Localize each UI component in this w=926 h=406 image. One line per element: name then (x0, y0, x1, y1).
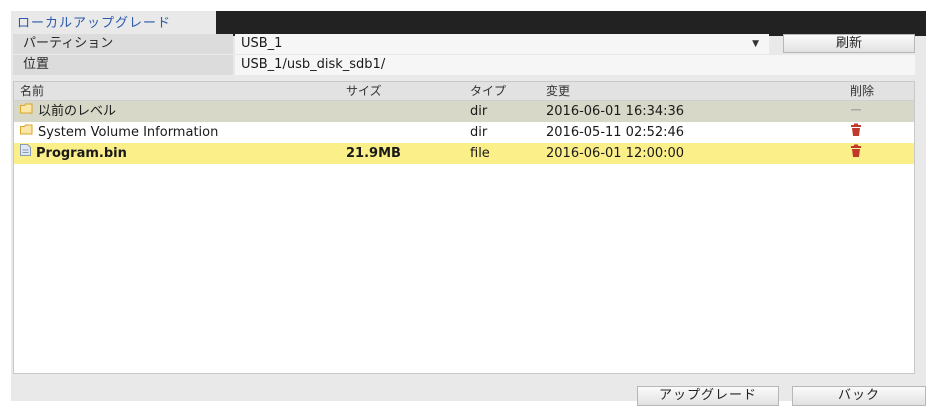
partition-row: パーティション USB_1 ▼ 刷新 (13, 34, 915, 55)
dash-icon (850, 101, 862, 122)
table-row[interactable]: Program.bin 21.9MB file 2016-06-01 12:00… (14, 143, 914, 164)
file-size: 21.9MB (346, 146, 401, 161)
column-header-size[interactable]: サイズ (346, 82, 382, 100)
column-header-name[interactable]: 名前 (20, 82, 44, 100)
location-value: USB_1/usb_disk_sdb1/ (235, 55, 915, 75)
upgrade-form: パーティション USB_1 ▼ 刷新 位置 USB_1/usb_disk_sdb… (13, 34, 915, 75)
file-name: 以前のレベル (38, 104, 117, 119)
location-label: 位置 (13, 55, 233, 75)
table-row[interactable]: System Volume Information dir 2016-05-11… (14, 122, 914, 143)
trash-icon[interactable] (850, 122, 862, 143)
file-name-cell: System Volume Information (20, 122, 218, 143)
file-modified: 2016-06-01 16:34:36 (546, 104, 685, 119)
file-icon (20, 142, 31, 163)
partition-select[interactable]: USB_1 ▼ (235, 34, 769, 54)
tab-bar: ローカルアップグレード (11, 11, 926, 36)
file-type: file (470, 146, 490, 161)
file-list-header: 名前 サイズ タイプ 変更 削除 (14, 82, 914, 101)
file-name: Program.bin (36, 146, 127, 161)
upgrade-button[interactable]: アップグレード (637, 386, 779, 406)
file-modified: 2016-06-01 12:00:00 (546, 146, 685, 161)
back-button[interactable]: バック (792, 386, 926, 406)
tab-local-upgrade[interactable]: ローカルアップグレード (11, 11, 216, 36)
trash-icon[interactable] (850, 143, 862, 164)
file-type: dir (470, 125, 488, 140)
table-row[interactable]: 以前のレベル dir 2016-06-01 16:34:36 (14, 101, 914, 122)
file-name-cell: Program.bin (20, 143, 127, 164)
partition-value: USB_1 (241, 36, 283, 51)
partition-label: パーティション (13, 34, 233, 54)
file-name-cell: 以前のレベル (20, 101, 116, 122)
column-header-type[interactable]: タイプ (470, 82, 506, 100)
folder-icon (20, 121, 33, 142)
file-type: dir (470, 104, 488, 119)
folder-icon (20, 100, 33, 121)
file-modified: 2016-05-11 02:52:46 (546, 125, 685, 140)
file-list: 名前 サイズ タイプ 変更 削除 以前のレベル dir 2016-06-01 1… (13, 81, 915, 374)
chevron-down-icon: ▼ (752, 39, 759, 49)
file-name: System Volume Information (38, 125, 219, 140)
location-row: 位置 USB_1/usb_disk_sdb1/ (13, 55, 915, 75)
column-header-modified[interactable]: 変更 (546, 82, 570, 100)
refresh-button[interactable]: 刷新 (783, 34, 915, 53)
column-header-delete: 削除 (850, 84, 875, 98)
